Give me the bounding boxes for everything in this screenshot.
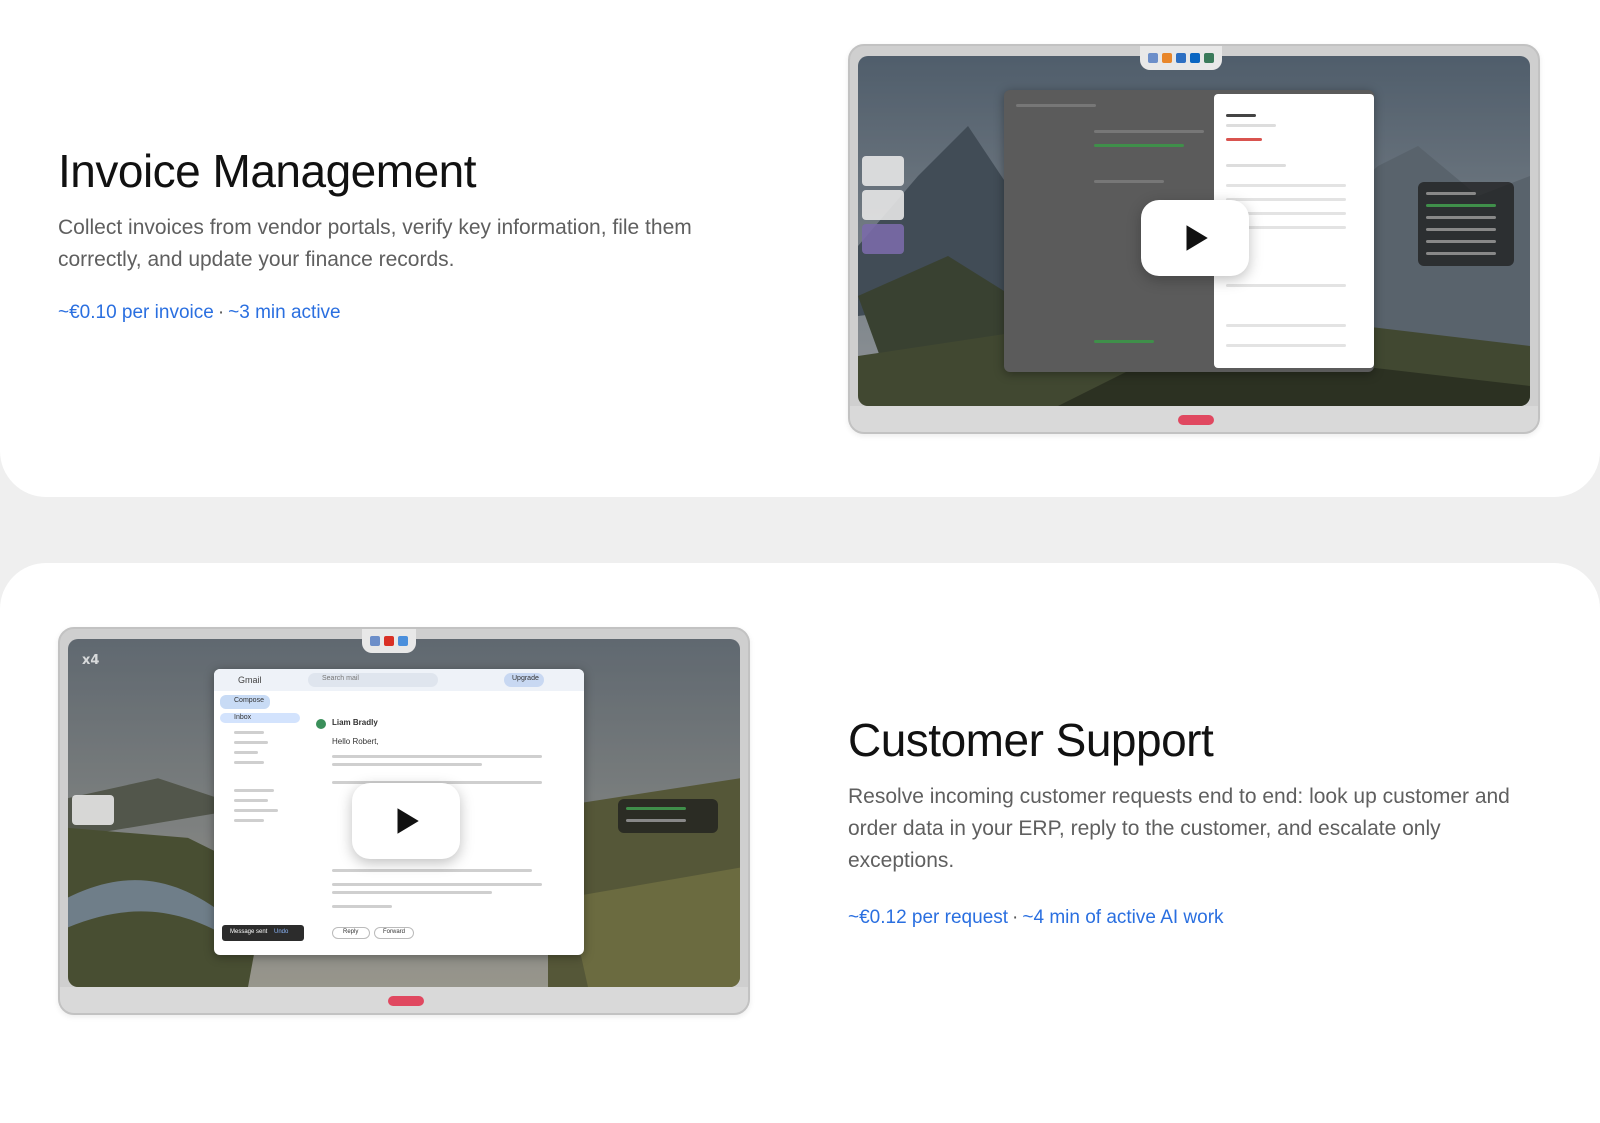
gmail-dock-icon <box>384 636 394 646</box>
record-indicator <box>388 996 424 1006</box>
metric-cost-link[interactable]: ~€0.10 per invoice <box>58 302 214 323</box>
section-title: Customer Support <box>848 714 1214 766</box>
email-greeting: Hello Robert, <box>332 737 379 746</box>
section-title: Invoice Management <box>58 145 477 197</box>
search-input[interactable]: Search mail <box>308 673 438 687</box>
metric-separator: · <box>1012 907 1019 928</box>
metric-time-link[interactable]: ~3 min active <box>228 302 340 323</box>
sidebar-item-inbox[interactable]: Inbox <box>220 713 300 723</box>
reply-button[interactable]: Reply <box>332 927 370 939</box>
dock-icon <box>398 636 408 646</box>
app-dock <box>362 629 416 653</box>
dock-icon <box>1190 53 1200 63</box>
support-demo-video[interactable]: x4 Gmail Search mail Upgrade Compose Inb… <box>58 627 750 1015</box>
task-list-widget <box>618 799 718 833</box>
gmail-logo: Gmail <box>238 675 262 685</box>
invoice-management-section: Invoice Management Collect invoices from… <box>0 0 1600 497</box>
section-description: Collect invoices from vendor portals, ve… <box>58 216 692 271</box>
play-icon <box>1186 225 1208 251</box>
customer-support-section: x4 Gmail Search mail Upgrade Compose Inb… <box>0 563 1600 1123</box>
record-indicator <box>1178 415 1214 425</box>
section-metrics: ~€0.10 per invoice · ~3 min active <box>58 302 341 324</box>
dock-icon <box>370 636 380 646</box>
invoice-demo-video[interactable] <box>848 44 1540 434</box>
speed-badge: x4 <box>82 653 100 668</box>
app-dock <box>1140 46 1222 70</box>
toast-message-sent: Message sent Undo <box>222 925 304 941</box>
task-list-widget <box>1418 182 1514 266</box>
metric-separator: · <box>217 302 225 323</box>
upgrade-button[interactable]: Upgrade <box>504 673 544 687</box>
video-control-bar <box>60 987 748 1013</box>
undo-link[interactable]: Undo <box>274 929 288 935</box>
play-button[interactable] <box>1141 200 1249 276</box>
metric-cost-link[interactable]: ~€0.12 per request <box>848 907 1008 928</box>
section-description: Resolve incoming customer requests end t… <box>848 785 1510 872</box>
forward-button[interactable]: Forward <box>374 927 414 939</box>
sender-name: Liam Bradly <box>332 718 378 727</box>
section-metrics: ~€0.12 per request · ~4 min of active AI w… <box>848 907 1224 929</box>
play-icon <box>397 808 419 834</box>
play-button[interactable] <box>352 783 460 859</box>
metric-time-link[interactable]: ~4 min of active AI work <box>1022 907 1223 928</box>
compose-button[interactable]: Compose <box>220 695 270 709</box>
dock-icon <box>1162 53 1172 63</box>
dock-icon <box>1148 53 1158 63</box>
avatar <box>316 719 326 729</box>
dock-icon <box>1176 53 1186 63</box>
video-control-bar <box>850 406 1538 432</box>
dock-icon <box>1204 53 1214 63</box>
